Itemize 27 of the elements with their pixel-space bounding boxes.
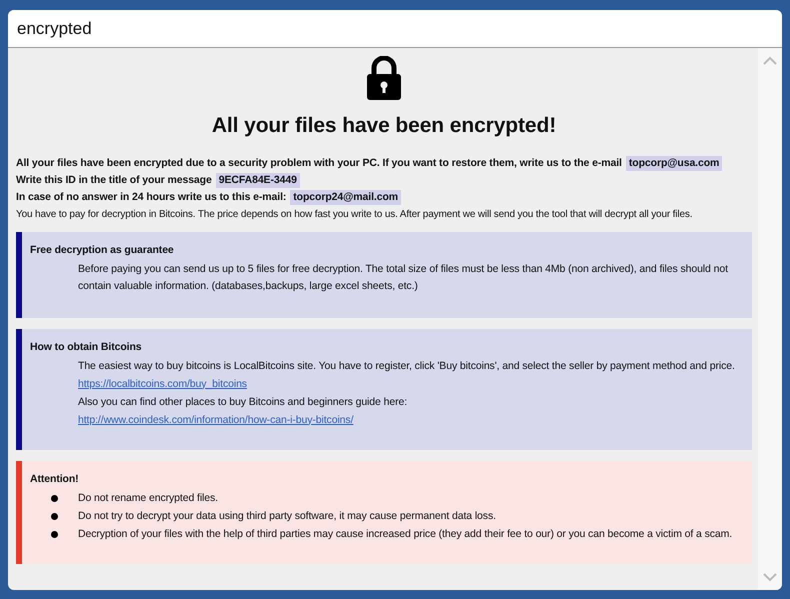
link[interactable]: http://www.coindesk.com/information/how-can-i-buy-bitcoins/ (78, 414, 354, 426)
section-title: How to obtain Bitcoins (30, 340, 143, 354)
body-text: The easiest way to buy bitcoins is LocalBitcoins site. You have to register, click 'Buy bitcoins', and select the seller by payment method and price. (77, 358, 736, 374)
section-title: Attention! (30, 472, 80, 486)
bullet-icon (50, 512, 58, 520)
highlighted-value: topcorp@usa.com (626, 156, 722, 170)
body-text: Also you can find other places to buy Bitcoins and beginners guide here: (77, 394, 408, 410)
padlock-icon (367, 56, 401, 100)
link[interactable]: https://localbitcoins.com/buy_bitcoins (78, 378, 247, 390)
list-item: Do not rename encrypted files. (78, 490, 218, 506)
bullet-icon (50, 494, 58, 502)
bullet-icon (50, 530, 58, 538)
scroll-up-icon[interactable] (763, 56, 777, 65)
message-text: All your files have been encrypted due to a security problem with your PC. If you want to restore them, write us to the e-mail (16, 156, 622, 170)
message-text: You have to pay for decryption in Bitcoins. The price depends on how fast you write to us. After payment we will send you the tool that will decrypt all your files. (16, 208, 692, 222)
window-title: encrypted (17, 18, 92, 40)
scrollbar[interactable] (758, 48, 782, 590)
list-item: Decryption of your files with the help of third parties may cause increased price (they add their fee to our) or you can become a victim of a scam. (78, 526, 732, 542)
highlighted-value: topcorp24@mail.com (290, 190, 401, 204)
heading: All your files have been encrypted! (210, 113, 558, 139)
message-text: Write this ID in the title of your message (16, 172, 212, 188)
message-text: In case of no answer in 24 hours write us to this e-mail: (16, 190, 286, 204)
body-text: Before paying you can send us up to 5 files for free decryption. The total size of files must be less than 4Mb (non archived), and files should not contain valuable information. (databases,backups, large excel sheets, etc.) (77, 262, 729, 294)
highlighted-value: 9ECFA84E-3449 (216, 172, 300, 188)
scroll-down-icon[interactable] (763, 573, 777, 582)
list-item: Do not try to decrypt your data using third party software, it may cause permanent data loss. (78, 508, 496, 524)
section-title: Free decryption as guarantee (30, 242, 175, 258)
